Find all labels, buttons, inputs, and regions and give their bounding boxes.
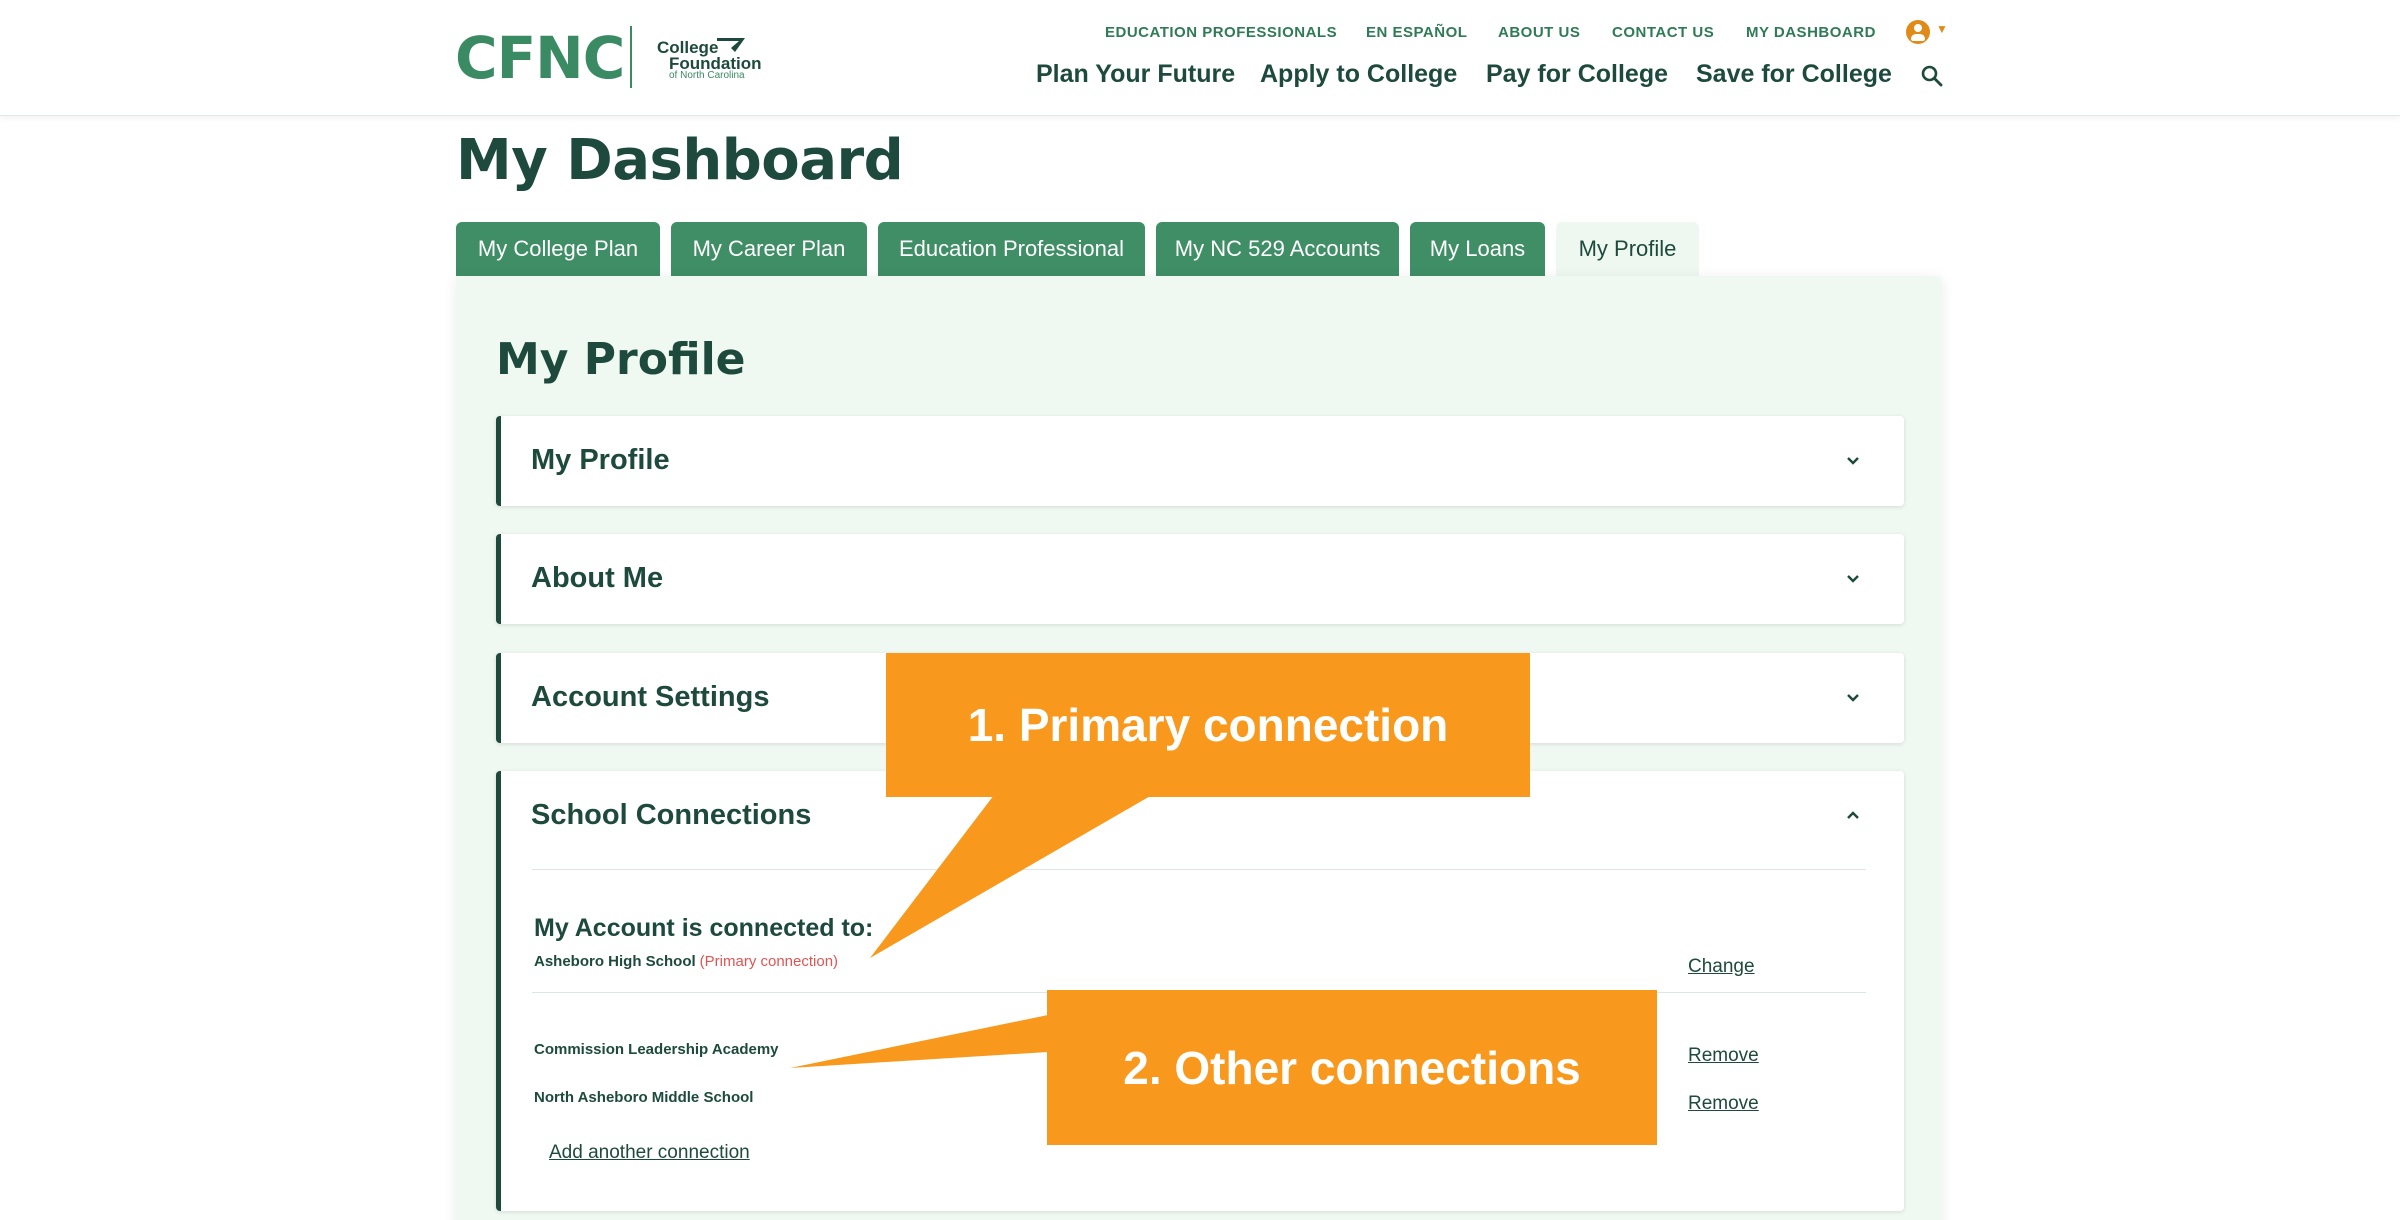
callout-primary-connection: 1. Primary connection (886, 653, 1530, 797)
accordion-title: About Me (531, 562, 664, 594)
chevron-down-icon (1847, 575, 1859, 583)
user-account-menu[interactable]: ▼ (1906, 20, 1950, 46)
primary-school-name: Asheboro High School (Primary connection) (534, 953, 838, 970)
tab-my-profile[interactable]: My Profile (1556, 222, 1699, 276)
accordion-title: My Profile (531, 444, 670, 476)
util-link-contact-us[interactable]: CONTACT US (1612, 24, 1714, 41)
cfnc-logo[interactable]: CFNC (455, 24, 625, 92)
user-avatar-icon (1906, 20, 1930, 44)
util-link-about-us[interactable]: ABOUT US (1498, 24, 1580, 41)
logo-checkmark-icon (717, 38, 745, 52)
other-school-name: North Asheboro Middle School (534, 1089, 754, 1106)
chevron-up-icon[interactable] (1846, 808, 1860, 822)
logo-line-3: of North Carolina (669, 70, 745, 81)
util-link-en-espanol[interactable]: EN ESPAÑOL (1366, 24, 1467, 41)
search-icon[interactable] (1920, 64, 1944, 88)
add-connection-link[interactable]: Add another connection (549, 1142, 750, 1164)
util-link-my-dashboard[interactable]: MY DASHBOARD (1746, 24, 1876, 41)
nav-pay-for-college[interactable]: Pay for College (1486, 60, 1668, 89)
remove-connection-link[interactable]: Remove (1688, 1093, 1759, 1115)
tab-my-college-plan[interactable]: My College Plan (456, 222, 660, 276)
tab-education-professional[interactable]: Education Professional (878, 222, 1145, 276)
page-title: My Dashboard (456, 128, 904, 193)
connections-heading: My Account is connected to: (534, 914, 874, 942)
tab-my-nc-529-accounts[interactable]: My NC 529 Accounts (1156, 222, 1399, 276)
callout-other-connections: 2. Other connections (1047, 990, 1657, 1145)
logo-divider (630, 26, 632, 88)
accordion-title[interactable]: School Connections (531, 799, 811, 832)
nav-apply-to-college[interactable]: Apply to College (1260, 60, 1457, 89)
chevron-down-icon (1847, 694, 1859, 702)
panel-title: My Profile (496, 334, 746, 385)
chevron-down-icon: ▼ (1936, 22, 1948, 36)
nav-plan-your-future[interactable]: Plan Your Future (1036, 60, 1235, 89)
accordion-my-profile[interactable]: My Profile (496, 416, 1904, 506)
site-header: CFNC College Foundation of North Carolin… (0, 0, 2400, 116)
chevron-down-icon (1847, 457, 1859, 465)
section-divider (532, 869, 1866, 870)
other-school-name: Commission Leadership Academy (534, 1041, 779, 1058)
college-foundation-logo[interactable]: College Foundation of North Carolina (657, 32, 762, 84)
change-primary-link[interactable]: Change (1688, 956, 1755, 978)
accordion-title: Account Settings (531, 681, 770, 713)
tab-my-career-plan[interactable]: My Career Plan (671, 222, 867, 276)
school-name: Asheboro High School (534, 953, 696, 970)
nav-save-for-college[interactable]: Save for College (1696, 60, 1892, 89)
tab-my-loans[interactable]: My Loans (1410, 222, 1545, 276)
primary-connection-tag: (Primary connection) (699, 953, 839, 970)
accordion-about-me[interactable]: About Me (496, 534, 1904, 624)
remove-connection-link[interactable]: Remove (1688, 1045, 1759, 1067)
util-link-education-professionals[interactable]: EDUCATION PROFESSIONALS (1105, 24, 1337, 41)
